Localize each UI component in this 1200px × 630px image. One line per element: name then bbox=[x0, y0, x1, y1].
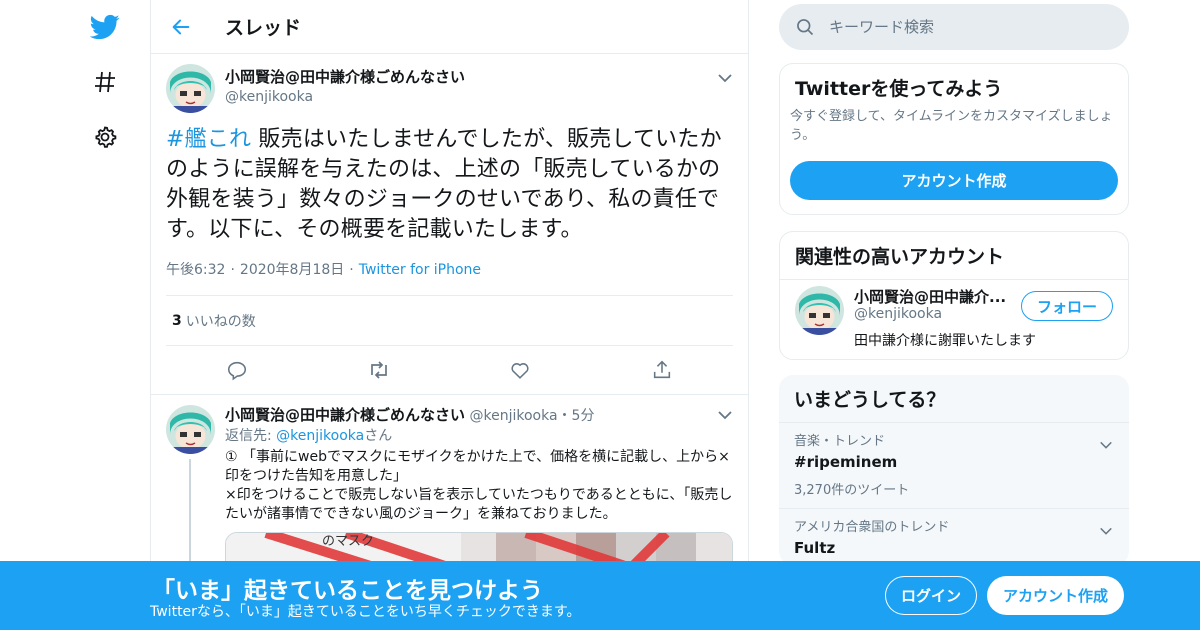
avatar[interactable] bbox=[795, 286, 844, 339]
focus-tweet: 小岡賢治@田中謙介様ごめんなさい @kenjikooka #艦これ 販売はいたし… bbox=[151, 54, 748, 394]
reply-header: 小岡賢治@田中謙介様ごめんなさい @kenjikooka・5分 bbox=[225, 405, 733, 426]
trend-name: Fultz bbox=[794, 539, 836, 557]
chevron-down-icon[interactable] bbox=[1099, 523, 1113, 537]
tweet-text: ① 「事前にwebでマスクにモザイクをかけた上で、価格を横に記載し、上から×印を… bbox=[225, 449, 733, 522]
author-names: 小岡賢治@田中謙介様ごめんなさい @kenjikooka bbox=[225, 67, 465, 107]
display-name[interactable]: 小岡賢治@田中謙介様ごめんなさい bbox=[225, 406, 465, 424]
like-icon[interactable] bbox=[505, 355, 535, 385]
tweet-meta: 午後6:32 · 2020年8月18日 · Twitter for iPhone bbox=[166, 259, 733, 296]
tweet-date[interactable]: 2020年8月18日 bbox=[240, 262, 344, 278]
search-icon bbox=[797, 19, 814, 36]
hashtag-icon[interactable] bbox=[88, 65, 122, 99]
banner-subtitle: Twitterなら、「いま」起きていることをいち早くチェックできます。 bbox=[150, 604, 581, 620]
like-label: いいねの数 bbox=[185, 313, 256, 330]
banner-title: 「いま」起きていることを見つけよう bbox=[152, 578, 543, 604]
reply-to-suffix: さん bbox=[364, 428, 393, 444]
chevron-down-icon[interactable] bbox=[717, 70, 733, 86]
display-name[interactable]: 小岡賢治@田中謙介様ごめんなさい bbox=[225, 67, 465, 87]
follow-button[interactable]: フォロー bbox=[1021, 291, 1113, 321]
tweet-time[interactable]: 午後6:32 bbox=[166, 262, 225, 278]
handle[interactable]: @kenjikooka bbox=[225, 87, 465, 107]
trends-card: いまどうしてる？ 音楽・トレンド #ripeminem 3,270件のツイート … bbox=[779, 375, 1129, 565]
hashtag-link[interactable]: #艦これ bbox=[166, 127, 251, 152]
tweet-actions bbox=[166, 346, 733, 394]
account-bio: 田中謙介様に謝罪いたします bbox=[854, 333, 1036, 349]
retweet-icon[interactable] bbox=[364, 355, 394, 385]
avatar[interactable] bbox=[166, 405, 215, 454]
tweet-text: #艦これ 販売はいたしませんでしたが、販売していたかのように誤解を与えたのは、上… bbox=[166, 125, 733, 245]
reply-to-handle[interactable]: @kenjikooka bbox=[276, 428, 364, 444]
display-name[interactable]: 小岡賢治@田中謙介... bbox=[854, 286, 1014, 307]
avatar[interactable] bbox=[166, 64, 215, 113]
trend-context: アメリカ合衆国のトレンド bbox=[794, 520, 950, 535]
main-column: スレッド 小岡賢治@田中謙介様ごめんなさい @kenjikooka #艦これ 販… bbox=[150, 0, 749, 630]
reply-to-prefix: 返信先: bbox=[225, 428, 277, 444]
tweet-source[interactable]: Twitter for iPhone bbox=[359, 262, 481, 278]
media-caption: のマスク bbox=[322, 534, 375, 549]
signup-banner: 「いま」起きていることを見つけよう Twitterなら、「いま」起きていることを… bbox=[0, 561, 1200, 630]
tweet-time[interactable]: 5分 bbox=[572, 408, 595, 424]
reply-to: 返信先: @kenjikookaさん bbox=[225, 426, 733, 446]
trend-item[interactable]: アメリカ合衆国のトレンド Fultz bbox=[779, 508, 1129, 565]
twitter-logo-icon[interactable] bbox=[88, 10, 122, 44]
tweet-header: 小岡賢治@田中謙介様ごめんなさい @kenjikooka bbox=[166, 64, 733, 113]
like-stats[interactable]: 3 いいねの数 bbox=[166, 296, 733, 346]
back-button[interactable] bbox=[161, 7, 201, 47]
reply-icon[interactable] bbox=[222, 355, 252, 385]
gear-icon[interactable] bbox=[88, 120, 122, 154]
search-box[interactable] bbox=[779, 4, 1129, 50]
trend-name: #ripeminem bbox=[794, 453, 898, 471]
like-count: 3 bbox=[172, 312, 182, 329]
search-input[interactable] bbox=[829, 18, 1099, 36]
meta-separator: · bbox=[349, 262, 354, 278]
chevron-down-icon[interactable] bbox=[1099, 437, 1113, 451]
login-button[interactable]: ログイン bbox=[885, 576, 977, 615]
meta-separator: ・ bbox=[557, 408, 572, 424]
related-accounts-card: 関連性の高いアカウント 小岡賢治@田中謙介... @kenjikooka 田中謙… bbox=[779, 231, 1129, 360]
share-icon[interactable] bbox=[647, 355, 677, 385]
thread-header: スレッド bbox=[151, 0, 748, 54]
try-twitter-card: Twitterを使ってみよう 今すぐ登録して、タイムラインをカスタマイズしましょ… bbox=[779, 63, 1129, 215]
arrow-left-icon bbox=[172, 19, 190, 34]
card-title: 関連性の高いアカウント bbox=[780, 232, 1128, 280]
card-title: いまどうしてる？ bbox=[794, 389, 946, 411]
meta-separator: · bbox=[230, 262, 235, 278]
trend-item[interactable]: 音楽・トレンド #ripeminem 3,270件のツイート bbox=[779, 422, 1129, 508]
page-title: スレッド bbox=[225, 17, 302, 39]
chevron-down-icon[interactable] bbox=[717, 407, 733, 423]
card-description: 今すぐ登録して、タイムラインをカスタマイズしましょう。 bbox=[790, 109, 1113, 143]
banner-signup-button[interactable]: アカウント作成 bbox=[987, 576, 1124, 615]
trend-count: 3,270件のツイート bbox=[794, 483, 910, 498]
trend-context: 音楽・トレンド bbox=[794, 434, 886, 449]
handle[interactable]: @kenjikooka bbox=[854, 306, 942, 322]
twitter-thread-page: スレッド 小岡賢治@田中謙介様ごめんなさい @kenjikooka #艦これ 販… bbox=[0, 0, 1200, 630]
signup-button[interactable]: アカウント作成 bbox=[790, 161, 1118, 200]
card-title: Twitterを使ってみよう bbox=[795, 78, 1003, 100]
handle[interactable]: @kenjikooka bbox=[469, 408, 557, 424]
